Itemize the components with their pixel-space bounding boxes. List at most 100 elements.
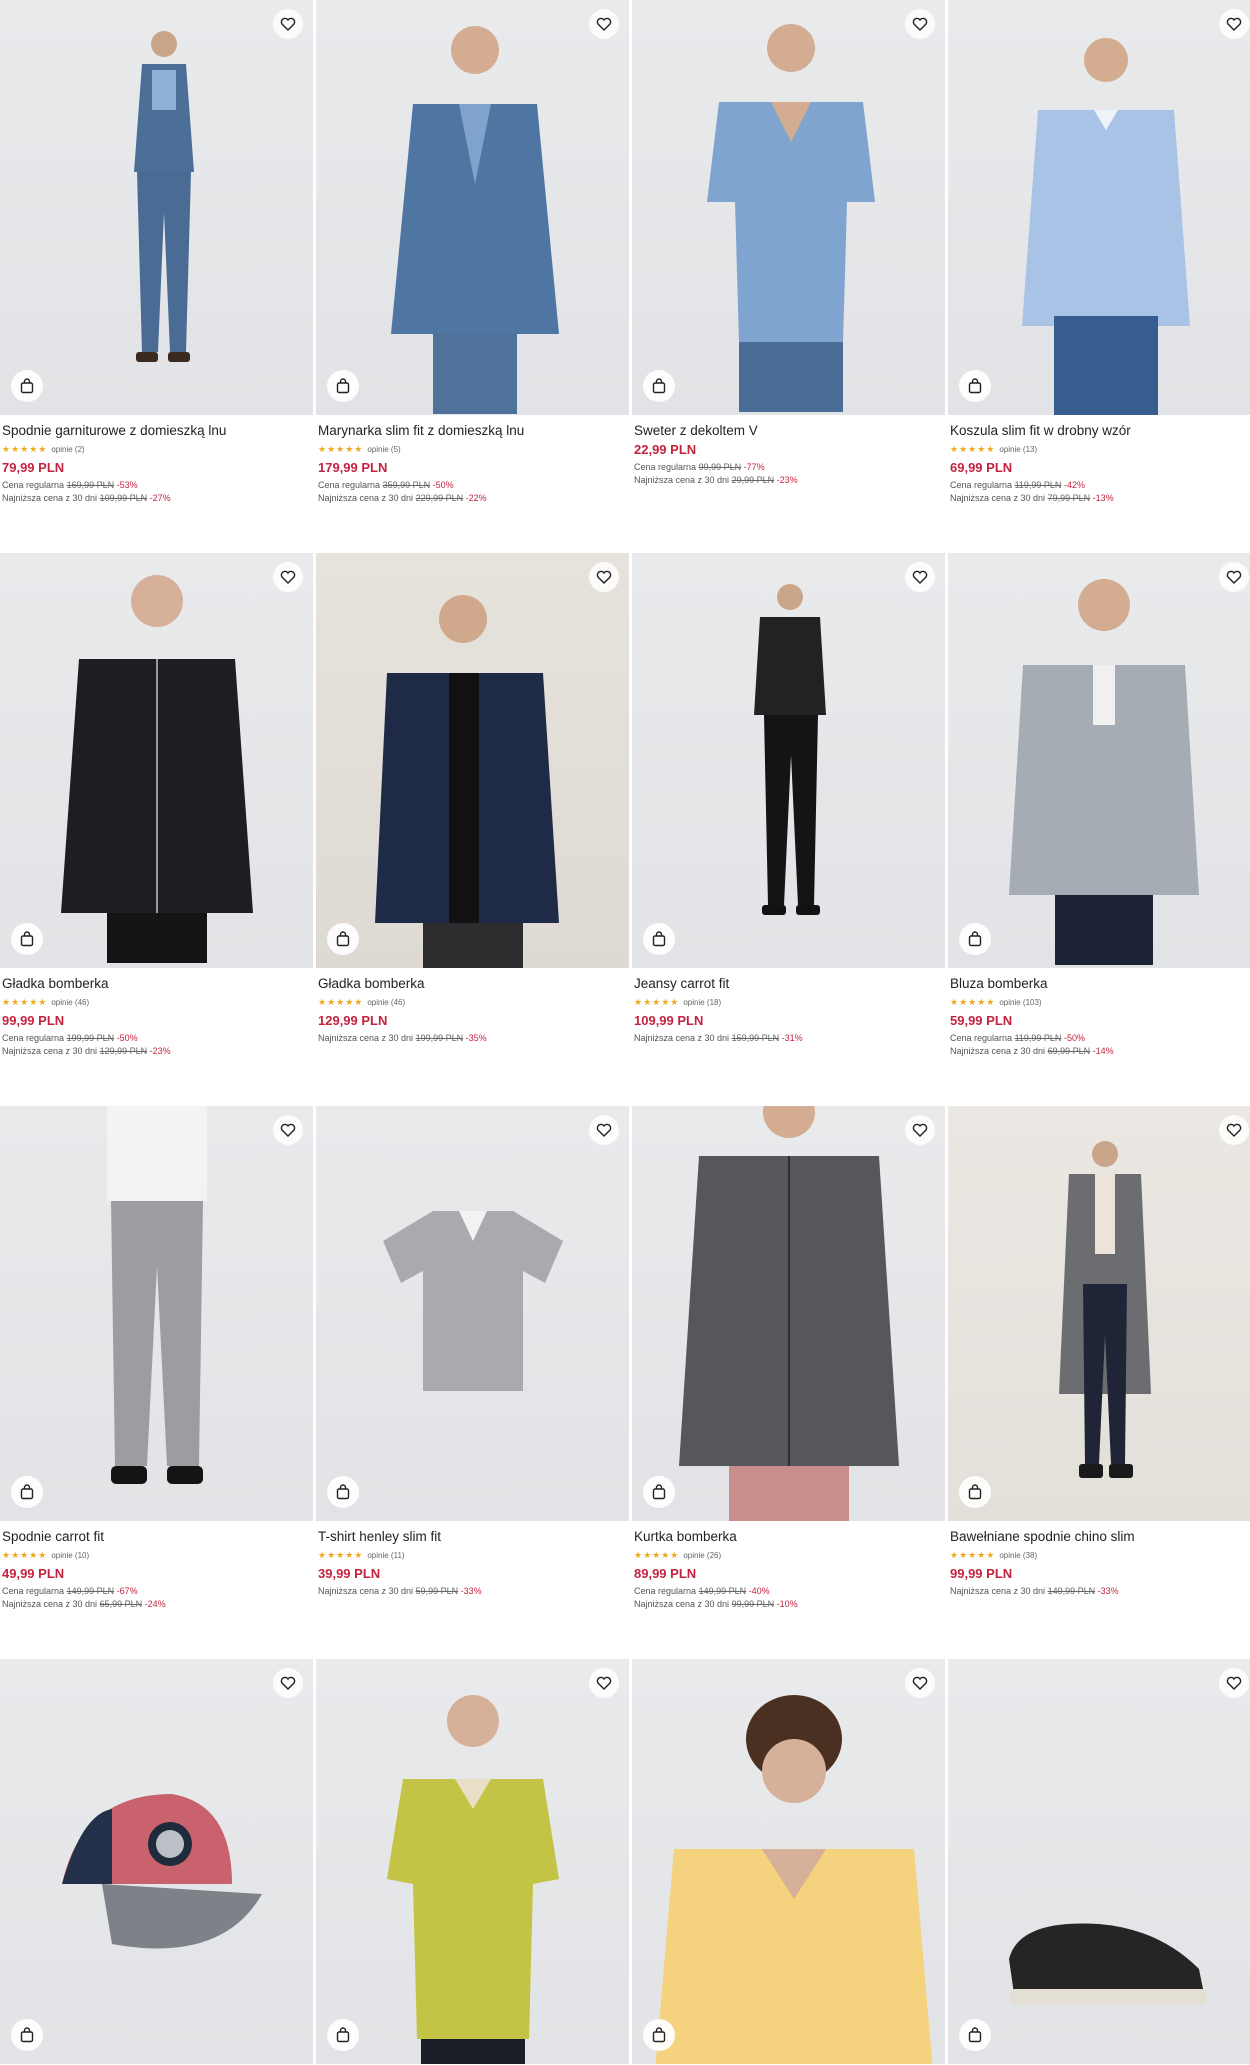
favorite-button[interactable]	[589, 1668, 619, 1698]
regular-price-line: Cena regularna 199,99 PLN -50%	[2, 1033, 311, 1044]
add-to-cart-button[interactable]	[327, 370, 359, 402]
add-to-cart-button[interactable]	[959, 370, 991, 402]
favorite-button[interactable]	[273, 562, 303, 592]
add-to-cart-button[interactable]	[959, 2019, 991, 2051]
product-image[interactable]	[948, 1106, 1250, 1521]
product-image[interactable]	[0, 1106, 313, 1521]
product-title[interactable]: Kurtka bomberka	[634, 1529, 943, 1545]
product-card[interactable]: T-shirt henley slim fit ★★★★★ opinie (11…	[316, 1106, 629, 1659]
product-card[interactable]: Sweter z dekoltem V 22,99 PLN Cena regul…	[632, 0, 945, 553]
product-title[interactable]: Sweter z dekoltem V	[634, 423, 943, 439]
product-title[interactable]: Spodnie carrot fit	[2, 1529, 311, 1545]
product-card[interactable]: Bluza bomberka ★★★★★ opinie (103) 59,99 …	[948, 553, 1250, 1106]
product-title[interactable]: Spodnie garniturowe z domieszką lnu	[2, 423, 311, 439]
review-count[interactable]: opinie (46)	[367, 998, 405, 1007]
review-count[interactable]: opinie (2)	[51, 445, 84, 454]
product-info: Sweter z dekoltem V 22,99 PLN Cena regul…	[632, 415, 945, 486]
product-image[interactable]	[632, 1106, 945, 1521]
add-to-cart-button[interactable]	[327, 923, 359, 955]
favorite-button[interactable]	[1219, 9, 1249, 39]
product-title[interactable]: Marynarka slim fit z domieszką lnu	[318, 423, 627, 439]
review-count[interactable]: opinie (18)	[683, 998, 721, 1007]
product-image[interactable]	[316, 553, 629, 968]
review-count[interactable]: opinie (38)	[999, 1551, 1037, 1560]
favorite-button[interactable]	[905, 1115, 935, 1145]
product-title[interactable]: Bluza bomberka	[950, 976, 1250, 992]
product-card[interactable]: Jeansy carrot fit ★★★★★ opinie (18) 109,…	[632, 553, 945, 1106]
add-to-cart-button[interactable]	[643, 923, 675, 955]
product-card[interactable]: Kurtka bomberka ★★★★★ opinie (26) 89,99 …	[632, 1106, 945, 1659]
product-image[interactable]	[316, 1106, 629, 1521]
add-to-cart-button[interactable]	[959, 923, 991, 955]
product-title[interactable]: Bawełniane spodnie chino slim	[950, 1529, 1250, 1545]
review-count[interactable]: opinie (13)	[999, 445, 1037, 454]
star-rating-icon: ★★★★★	[950, 444, 996, 454]
add-to-cart-button[interactable]	[327, 1476, 359, 1508]
product-card[interactable]: Bawełniane spodnie chino slim ★★★★★ opin…	[948, 1106, 1250, 1659]
product-price: 89,99 PLN	[634, 1566, 697, 1581]
product-image[interactable]	[632, 1659, 945, 2064]
heart-icon	[1226, 1676, 1242, 1690]
favorite-button[interactable]	[1219, 1668, 1249, 1698]
product-card[interactable]: Spodnie carrot fit ★★★★★ opinie (10) 49,…	[0, 1106, 313, 1659]
product-image[interactable]	[948, 0, 1250, 415]
favorite-button[interactable]	[1219, 562, 1249, 592]
favorite-button[interactable]	[1219, 1115, 1249, 1145]
product-price: 79,99 PLN	[2, 460, 65, 475]
product-card[interactable]: Marynarka slim fit z domieszką lnu ★★★★★…	[316, 0, 629, 553]
regular-price-label: Cena regularna	[950, 1033, 1013, 1043]
lowest-price-old: 79,99 PLN	[1047, 493, 1091, 503]
review-count[interactable]: opinie (10)	[51, 1551, 89, 1560]
add-to-cart-button[interactable]	[11, 1476, 43, 1508]
regular-price-discount: -53%	[116, 480, 138, 490]
product-card[interactable]: Koszula slim fit w drobny wzór ★★★★★ opi…	[948, 0, 1250, 553]
product-card[interactable]: Gładka bomberka ★★★★★ opinie (46) 99,99 …	[0, 553, 313, 1106]
add-to-cart-button[interactable]	[643, 2019, 675, 2051]
product-title[interactable]: T-shirt henley slim fit	[318, 1529, 627, 1545]
add-to-cart-button[interactable]	[327, 2019, 359, 2051]
regular-price-discount: -40%	[748, 1586, 770, 1596]
add-to-cart-button[interactable]	[643, 1476, 675, 1508]
review-count[interactable]: opinie (5)	[367, 445, 400, 454]
add-to-cart-button[interactable]	[643, 370, 675, 402]
add-to-cart-button[interactable]	[11, 923, 43, 955]
review-count[interactable]: opinie (103)	[999, 998, 1041, 1007]
favorite-button[interactable]	[589, 1115, 619, 1145]
product-image[interactable]	[0, 0, 313, 415]
product-image[interactable]	[316, 1659, 629, 2064]
product-card[interactable]	[0, 1659, 313, 2064]
favorite-button[interactable]	[273, 9, 303, 39]
favorite-button[interactable]	[905, 562, 935, 592]
favorite-button[interactable]	[273, 1668, 303, 1698]
product-card[interactable]	[948, 1659, 1250, 2064]
add-to-cart-button[interactable]	[11, 2019, 43, 2051]
review-count[interactable]: opinie (26)	[683, 1551, 721, 1560]
product-card[interactable]: Gładka bomberka ★★★★★ opinie (46) 129,99…	[316, 553, 629, 1106]
lowest-price-label: Najniższa cena z 30 dni	[950, 1046, 1046, 1056]
product-image[interactable]	[948, 553, 1250, 968]
product-title[interactable]: Gładka bomberka	[2, 976, 311, 992]
product-card[interactable]	[316, 1659, 629, 2064]
product-image[interactable]	[316, 0, 629, 415]
product-image[interactable]	[0, 1659, 313, 2064]
product-title[interactable]: Jeansy carrot fit	[634, 976, 943, 992]
review-count[interactable]: opinie (11)	[367, 1551, 404, 1560]
review-count[interactable]: opinie (46)	[51, 998, 89, 1007]
product-image[interactable]	[632, 553, 945, 968]
product-image[interactable]	[632, 0, 945, 415]
favorite-button[interactable]	[905, 1668, 935, 1698]
product-card[interactable]: Spodnie garniturowe z domieszką lnu ★★★★…	[0, 0, 313, 553]
add-to-cart-button[interactable]	[959, 1476, 991, 1508]
favorite-button[interactable]	[589, 9, 619, 39]
lowest-price-line: Najniższa cena z 30 dni 109,99 PLN -27%	[2, 493, 311, 504]
product-image[interactable]	[0, 553, 313, 968]
product-card[interactable]	[632, 1659, 945, 2064]
product-title[interactable]: Gładka bomberka	[318, 976, 627, 992]
product-title[interactable]: Koszula slim fit w drobny wzór	[950, 423, 1250, 439]
favorite-button[interactable]	[589, 562, 619, 592]
product-image[interactable]	[948, 1659, 1250, 2064]
favorite-button[interactable]	[273, 1115, 303, 1145]
favorite-button[interactable]	[905, 9, 935, 39]
lowest-price-line: Najniższa cena z 30 dni 159,99 PLN -31%	[634, 1033, 943, 1044]
add-to-cart-button[interactable]	[11, 370, 43, 402]
